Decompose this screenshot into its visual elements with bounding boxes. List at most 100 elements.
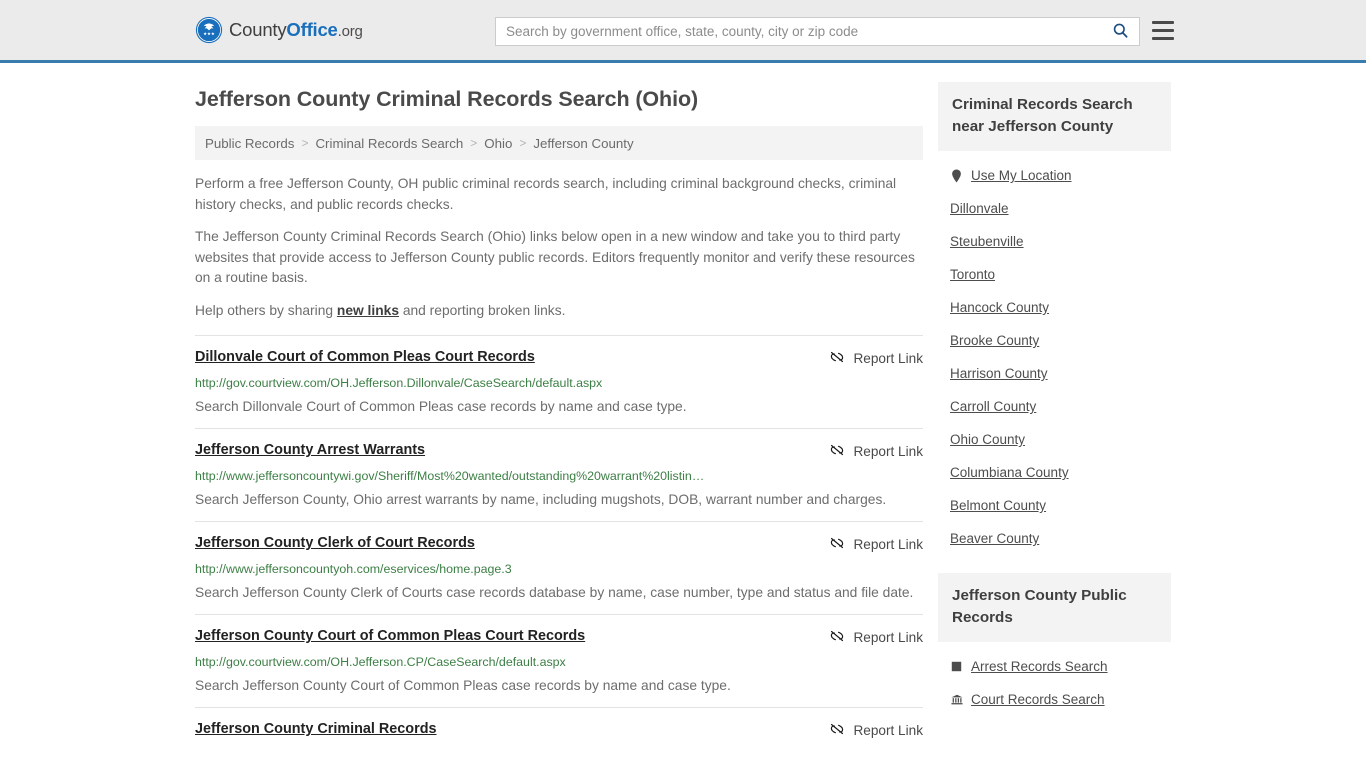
broken-link-icon xyxy=(829,721,845,740)
sidebar-item-columbiana-county[interactable]: Columbiana County xyxy=(938,456,1171,489)
new-links-link[interactable]: new links xyxy=(337,303,399,318)
breadcrumb-item-ohio[interactable]: Ohio xyxy=(484,136,512,151)
result-description: Search Jefferson County Clerk of Courts … xyxy=(195,585,914,600)
sidebar-link-label[interactable]: Brooke County xyxy=(950,333,1039,348)
report-link-button[interactable]: Report Link xyxy=(829,348,923,368)
intro-paragraph-2: The Jefferson County Criminal Records Se… xyxy=(195,229,915,285)
result-url[interactable]: http://www.jeffersoncountywi.gov/Sheriff… xyxy=(195,468,923,484)
sidebar-item-toronto[interactable]: Toronto xyxy=(938,258,1171,291)
square-badge-icon xyxy=(950,659,963,674)
report-link-button[interactable]: Report Link xyxy=(829,534,923,554)
sidebar-item-brooke-county[interactable]: Brooke County xyxy=(938,324,1171,357)
intro-p3-before: Help others by sharing xyxy=(195,302,337,318)
sidebar-item-carroll-county[interactable]: Carroll County xyxy=(938,390,1171,423)
sidebar-link-label[interactable]: Columbiana County xyxy=(950,465,1069,480)
result-url[interactable]: http://www.jeffersoncountyoh.com/eservic… xyxy=(195,561,923,577)
sidebar-public-records-list: Arrest Records Search Court Records Sear… xyxy=(938,642,1171,716)
report-link-button[interactable]: Report Link xyxy=(829,627,923,647)
intro-paragraph-1: Perform a free Jefferson County, OH publ… xyxy=(195,176,897,212)
breadcrumb: Public Records > Criminal Records Search… xyxy=(195,126,923,160)
broken-link-icon xyxy=(829,535,845,554)
sidebar-public-records-title: Jefferson County Public Records xyxy=(938,573,1171,642)
sidebar-item-arrest-records-search[interactable]: Arrest Records Search xyxy=(938,650,1171,683)
site-logo[interactable]: CountyOffice.org xyxy=(195,16,363,44)
result-url[interactable]: http://gov.courtview.com/OH.Jefferson.Di… xyxy=(195,375,923,391)
result-description: Search Jefferson County Court of Common … xyxy=(195,678,731,693)
result-item: Jefferson County Criminal Records Report… xyxy=(195,707,923,751)
brand-part-org: .org xyxy=(337,23,363,40)
result-header: Jefferson County Clerk of Court Records … xyxy=(195,534,923,554)
sidebar-item-hancock-county[interactable]: Hancock County xyxy=(938,291,1171,324)
map-pin-icon xyxy=(950,168,963,183)
sidebar-item-beaver-county[interactable]: Beaver County xyxy=(938,522,1171,555)
site-header: CountyOffice.org xyxy=(0,0,1366,63)
search-input[interactable] xyxy=(496,18,1101,45)
sidebar-nearby-list: Use My Location Dillonvale Steubenville … xyxy=(938,151,1171,555)
sidebar-link-label[interactable]: Steubenville xyxy=(950,234,1024,249)
page-title: Jefferson County Criminal Records Search… xyxy=(195,87,699,111)
result-item: Jefferson County Arrest Warrants Report … xyxy=(195,428,923,521)
broken-link-icon xyxy=(829,442,845,461)
courthouse-icon xyxy=(950,692,963,707)
breadcrumb-item-public-records[interactable]: Public Records xyxy=(205,136,294,151)
report-link-label: Report Link xyxy=(853,537,923,552)
breadcrumb-separator-icon: > xyxy=(470,136,478,150)
sidebar-item-use-my-location[interactable]: Use My Location xyxy=(938,159,1171,192)
breadcrumb-item-jefferson-county[interactable]: Jefferson County xyxy=(533,136,633,151)
result-url[interactable]: http://gov.courtview.com/OH.Jefferson.CP… xyxy=(195,654,923,670)
result-title-link[interactable]: Dillonvale Court of Common Pleas Court R… xyxy=(195,348,551,366)
search-icon xyxy=(1112,22,1129,42)
result-item: Jefferson County Court of Common Pleas C… xyxy=(195,614,923,707)
sidebar-nearby-title: Criminal Records Search near Jefferson C… xyxy=(938,82,1171,151)
report-link-label: Report Link xyxy=(853,351,923,366)
result-description: Search Jefferson County, Ohio arrest war… xyxy=(195,492,887,507)
report-link-label: Report Link xyxy=(853,444,923,459)
sidebar-public-records-box: Jefferson County Public Records Arrest R… xyxy=(938,573,1171,716)
sidebar-link-label[interactable]: Toronto xyxy=(950,267,995,282)
sidebar-link-label[interactable]: Arrest Records Search xyxy=(971,659,1108,674)
breadcrumb-item-criminal-records-search[interactable]: Criminal Records Search xyxy=(315,136,463,151)
sidebar-link-label[interactable]: Court Records Search xyxy=(971,692,1105,707)
breadcrumb-separator-icon: > xyxy=(519,136,527,150)
breadcrumb-separator-icon: > xyxy=(301,136,309,150)
eagle-seal-logo-icon xyxy=(195,16,223,44)
sidebar-item-harrison-county[interactable]: Harrison County xyxy=(938,357,1171,390)
report-link-button[interactable]: Report Link xyxy=(829,720,923,740)
site-logo-text: CountyOffice.org xyxy=(229,19,363,41)
sidebar-item-dillonvale[interactable]: Dillonvale xyxy=(938,192,1171,225)
sidebar-link-label[interactable]: Use My Location xyxy=(971,168,1072,183)
result-title-link[interactable]: Jefferson County Arrest Warrants xyxy=(195,441,441,459)
result-title-link[interactable]: Jefferson County Criminal Records xyxy=(195,720,453,738)
result-title-link[interactable]: Jefferson County Clerk of Court Records xyxy=(195,534,491,552)
sidebar-item-belmont-county[interactable]: Belmont County xyxy=(938,489,1171,522)
sidebar-link-label[interactable]: Ohio County xyxy=(950,432,1025,447)
sidebar-link-label[interactable]: Hancock County xyxy=(950,300,1049,315)
broken-link-icon xyxy=(829,349,845,368)
sidebar-item-ohio-county[interactable]: Ohio County xyxy=(938,423,1171,456)
sidebar-link-label[interactable]: Harrison County xyxy=(950,366,1048,381)
main-content: Jefferson County Criminal Records Search… xyxy=(195,63,923,751)
result-item: Dillonvale Court of Common Pleas Court R… xyxy=(195,335,923,428)
result-title-link[interactable]: Jefferson County Court of Common Pleas C… xyxy=(195,627,601,645)
sidebar: Criminal Records Search near Jefferson C… xyxy=(938,63,1171,716)
hamburger-bar-3 xyxy=(1152,36,1174,40)
sidebar-item-steubenville[interactable]: Steubenville xyxy=(938,225,1171,258)
report-link-button[interactable]: Report Link xyxy=(829,441,923,461)
sidebar-link-label[interactable]: Beaver County xyxy=(950,531,1039,546)
sidebar-section-divider xyxy=(938,555,1171,573)
sidebar-link-label[interactable]: Dillonvale xyxy=(950,201,1009,216)
broken-link-icon xyxy=(829,628,845,647)
intro-paragraph-3: Help others by sharing new links and rep… xyxy=(195,301,923,322)
result-header: Jefferson County Arrest Warrants Report … xyxy=(195,441,923,461)
search-button[interactable] xyxy=(1101,18,1139,45)
report-link-label: Report Link xyxy=(853,723,923,738)
hamburger-menu-icon[interactable] xyxy=(1152,21,1174,40)
sidebar-link-label[interactable]: Carroll County xyxy=(950,399,1036,414)
result-header: Jefferson County Criminal Records Report… xyxy=(195,720,923,740)
result-header: Dillonvale Court of Common Pleas Court R… xyxy=(195,348,923,368)
intro-text: Perform a free Jefferson County, OH publ… xyxy=(195,174,923,321)
sidebar-link-label[interactable]: Belmont County xyxy=(950,498,1046,513)
sidebar-item-court-records-search[interactable]: Court Records Search xyxy=(938,683,1171,716)
brand-part-county: County xyxy=(229,19,287,40)
result-description: Search Dillonvale Court of Common Pleas … xyxy=(195,399,687,414)
